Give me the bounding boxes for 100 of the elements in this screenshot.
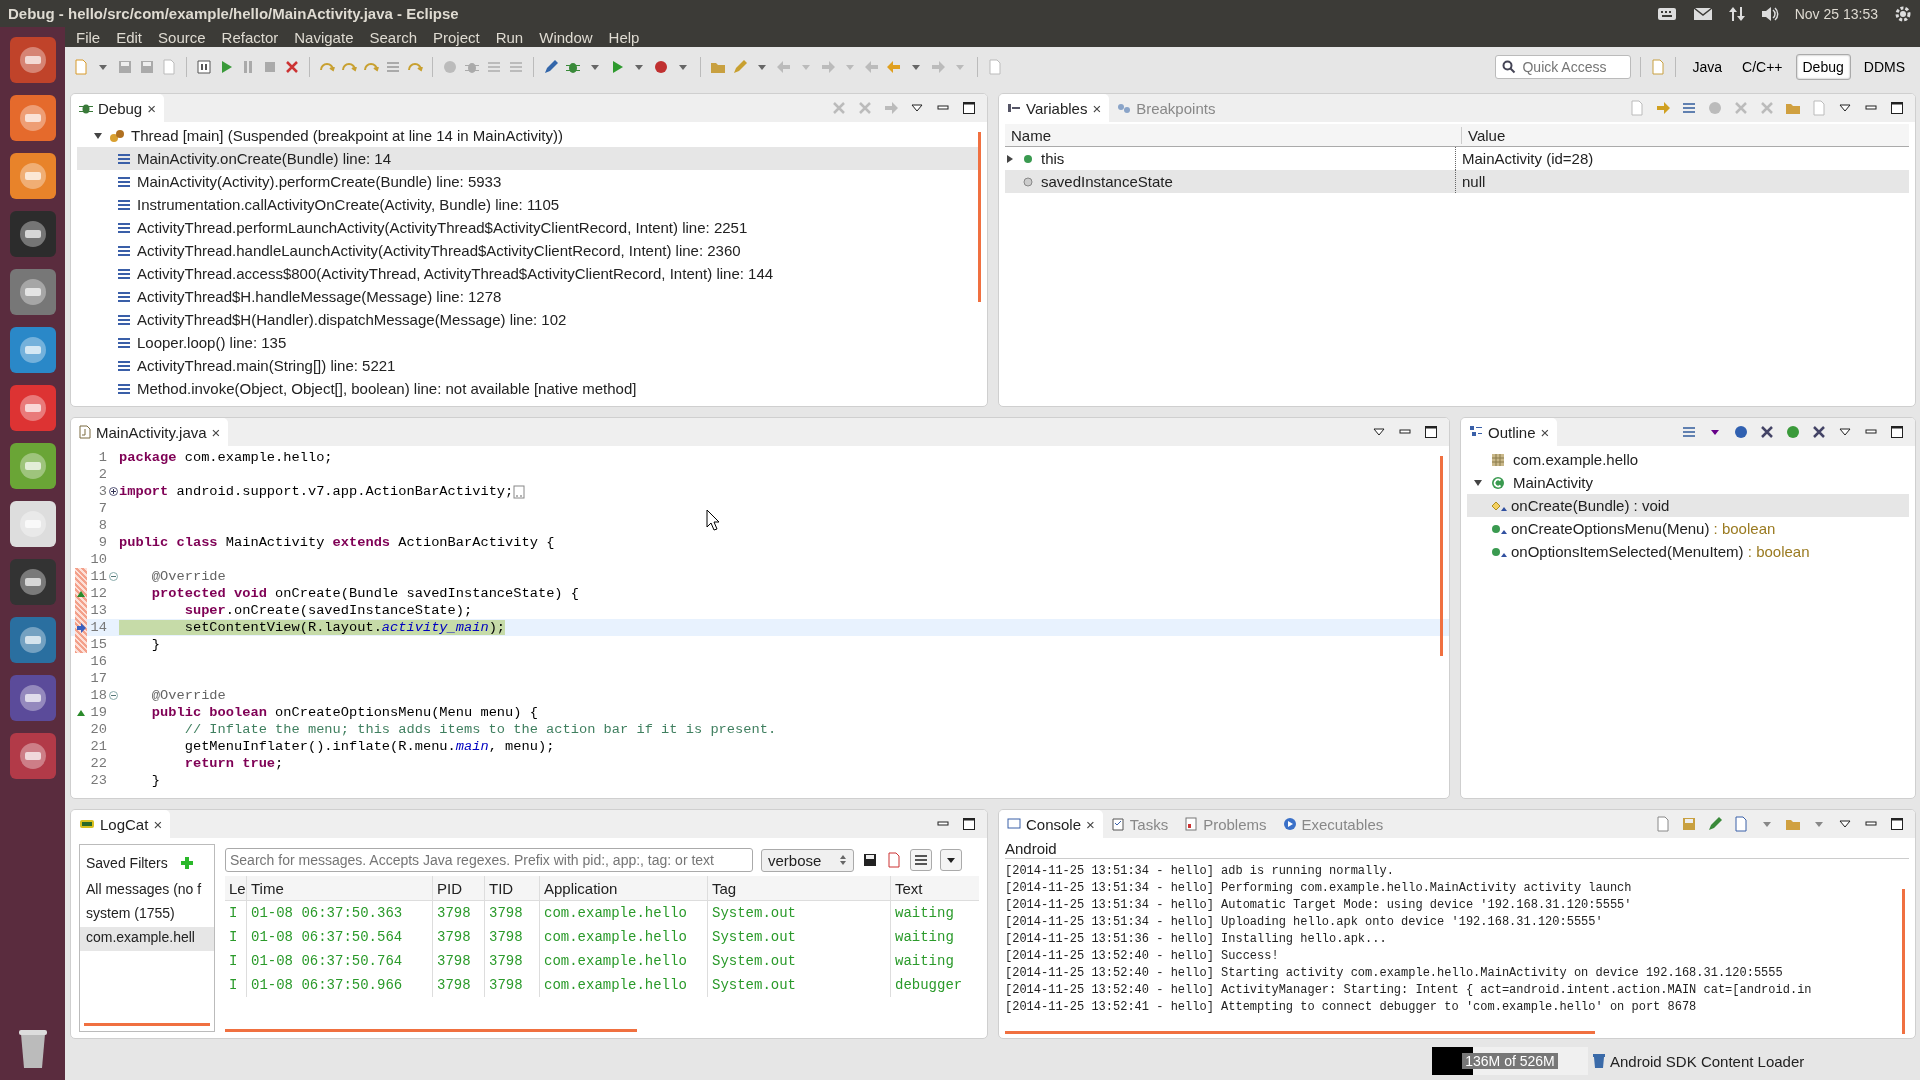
menu-item[interactable]: Edit [109, 28, 150, 46]
envelope-icon[interactable] [1692, 6, 1713, 21]
list-icon[interactable] [1681, 100, 1697, 116]
stack-frame-row[interactable]: ActivityThread.access$800(ActivityThread, ActivityThread$ActivityClientRecord, Intent) line: 144 [77, 262, 981, 285]
clock[interactable]: Nov 25 13:53 [1794, 5, 1878, 22]
variable-row[interactable]: savedInstanceState null [1005, 170, 1909, 193]
folded-code-box-icon[interactable] [513, 484, 526, 499]
column-header[interactable]: Tag [708, 876, 891, 900]
view-tab[interactable]: Debug × [71, 94, 164, 122]
view-tab[interactable]: Outline × [1461, 418, 1558, 446]
stack-frame-row[interactable]: ActivityThread.handleLaunchActivity(ActivityThread$ActivityClientRecord, Intent) line: 2360 [77, 239, 981, 262]
close-icon[interactable]: × [1092, 99, 1102, 117]
quick-access-field[interactable]: Quick Access [1495, 55, 1632, 79]
view-tab[interactable]: Console × [999, 810, 1103, 838]
list-icon[interactable] [913, 852, 930, 868]
page-icon[interactable] [1733, 816, 1749, 832]
gear-icon[interactable] [1894, 4, 1912, 23]
column-header[interactable]: Value [1462, 126, 1909, 144]
speaker-icon[interactable] [1760, 5, 1779, 22]
pencil-icon[interactable] [1707, 816, 1723, 832]
outline-item[interactable]: onCreateOptionsMenu(Menu) : boolean [1467, 517, 1909, 540]
column-header[interactable]: Application [540, 876, 708, 900]
grid-icon[interactable] [196, 59, 212, 75]
cross-icon[interactable] [1811, 424, 1827, 440]
page-icon[interactable] [73, 59, 89, 75]
outline-item[interactable]: onOptionsItemSelected(MenuItem) : boolean [1467, 540, 1909, 563]
fold-icon[interactable] [108, 691, 118, 700]
page-icon[interactable] [886, 852, 903, 868]
circle-icon[interactable] [1785, 424, 1801, 440]
thread-row[interactable]: Thread [main] (Suspended (breakpoint at line 14 in MainActivity)) [77, 124, 981, 147]
add-icon[interactable] [179, 856, 194, 870]
outline-item[interactable]: com.example.hello [1467, 448, 1909, 471]
expand-arrow-icon[interactable] [1473, 477, 1483, 488]
filter-item[interactable]: All messages (no f [80, 879, 214, 903]
stack-frame-row[interactable]: ActivityThread.main(String[]) line: 5221 [77, 354, 981, 377]
maximize-icon[interactable] [961, 100, 977, 116]
editor-tab[interactable]: MainActivity.java × [71, 418, 229, 446]
maximize-icon[interactable] [1889, 424, 1905, 440]
column-header[interactable]: PID [433, 876, 485, 900]
cross-icon[interactable] [1759, 424, 1775, 440]
stack-frame-row[interactable]: ActivityThread.performLaunchActivity(ActivityThread$ActivityClientRecord, Intent) line: 2251 [77, 216, 981, 239]
column-header[interactable]: TID [485, 876, 540, 900]
menu-item[interactable]: Navigate [287, 28, 361, 46]
cross-icon[interactable] [284, 59, 300, 75]
expand-arrow-icon[interactable] [1005, 153, 1015, 164]
maximize-icon[interactable] [1889, 100, 1905, 116]
unfold-icon[interactable] [108, 487, 118, 496]
menu-item[interactable]: Source [151, 28, 213, 46]
close-icon[interactable]: × [147, 99, 156, 117]
stack-frame-row[interactable]: MainActivity(Activity).performCreate(Bundle) line: 5933 [77, 170, 981, 193]
stack-frame-row[interactable]: MainActivity.onCreate(Bundle) line: 14 [77, 147, 981, 170]
menu-item[interactable]: Window [532, 28, 600, 46]
pencil-icon[interactable] [732, 59, 748, 75]
stack-frame-row[interactable]: ActivityThread$H.handleMessage(Message) line: 1278 [77, 285, 981, 308]
stack-frame-row[interactable]: Instrumentation.callActivityOnCreate(Activity, Bundle) line: 1105 [77, 193, 981, 216]
level-dropdown[interactable]: verbose [761, 848, 855, 872]
stack-frame-row[interactable]: ActivityThread$H(Handler).dispatchMessage(Message) line: 102 [77, 308, 981, 331]
trash-icon[interactable] [1592, 1053, 1606, 1069]
page-icon[interactable] [1655, 816, 1671, 832]
column-header[interactable]: Time [247, 876, 433, 900]
left-arrow-icon[interactable] [886, 59, 902, 75]
search-field[interactable]: Search for messages. Accepts Java regexes. Prefix with pid:, app:, tag: or text [225, 848, 753, 872]
keyboard-icon[interactable] [1656, 6, 1677, 21]
stop-icon[interactable] [262, 59, 278, 75]
column-header[interactable]: Name [1005, 126, 1462, 144]
menu-item[interactable]: Project [426, 28, 487, 46]
close-icon[interactable]: × [153, 815, 163, 833]
stack-frame-row[interactable]: Method.invoke(Object, Object[], boolean) line: not available [native method] [77, 377, 981, 400]
memory-bar[interactable]: 136M of 526M [1432, 1047, 1588, 1075]
pencil-icon[interactable] [543, 59, 559, 75]
view-tab[interactable]: Variables × [999, 94, 1110, 122]
perspective-button[interactable]: Java [1685, 54, 1730, 80]
list-icon[interactable] [1681, 424, 1697, 440]
filter-item[interactable]: com.example.hell [80, 927, 214, 951]
circle-icon[interactable] [653, 59, 669, 75]
maximize-icon[interactable] [961, 816, 977, 832]
outline-item[interactable]: onCreate(Bundle) : void [1467, 494, 1909, 517]
right-arrow-icon[interactable] [1655, 100, 1671, 116]
fold-icon[interactable] [108, 572, 118, 581]
perspective-button[interactable]: Debug [1795, 54, 1851, 80]
maximize-icon[interactable] [1889, 816, 1905, 832]
up-down-arrows-icon[interactable] [1728, 5, 1745, 22]
menu-item[interactable]: File [69, 28, 108, 46]
circle-icon[interactable] [1733, 424, 1749, 440]
view-tab[interactable]: LogCat × [71, 810, 171, 838]
perspective-button[interactable]: C/C++ [1735, 54, 1790, 80]
maximize-icon[interactable] [1423, 424, 1439, 440]
menu-item[interactable]: Refactor [214, 28, 286, 46]
outline-item[interactable]: MainActivity [1467, 471, 1909, 494]
menu-item[interactable]: Run [488, 28, 531, 46]
close-icon[interactable]: × [1540, 423, 1550, 441]
page-icon[interactable] [1650, 59, 1667, 75]
save-icon[interactable] [862, 852, 879, 868]
stack-frame-row[interactable]: Looper.loop() line: 135 [77, 331, 981, 354]
menu-item[interactable]: Search [362, 28, 424, 46]
menu-item[interactable]: Help [601, 28, 647, 46]
expand-arrow-icon[interactable] [93, 130, 103, 141]
perspective-button[interactable]: DDMS [1856, 54, 1912, 80]
column-header[interactable]: Text [891, 876, 973, 900]
close-icon[interactable]: × [1086, 815, 1095, 833]
